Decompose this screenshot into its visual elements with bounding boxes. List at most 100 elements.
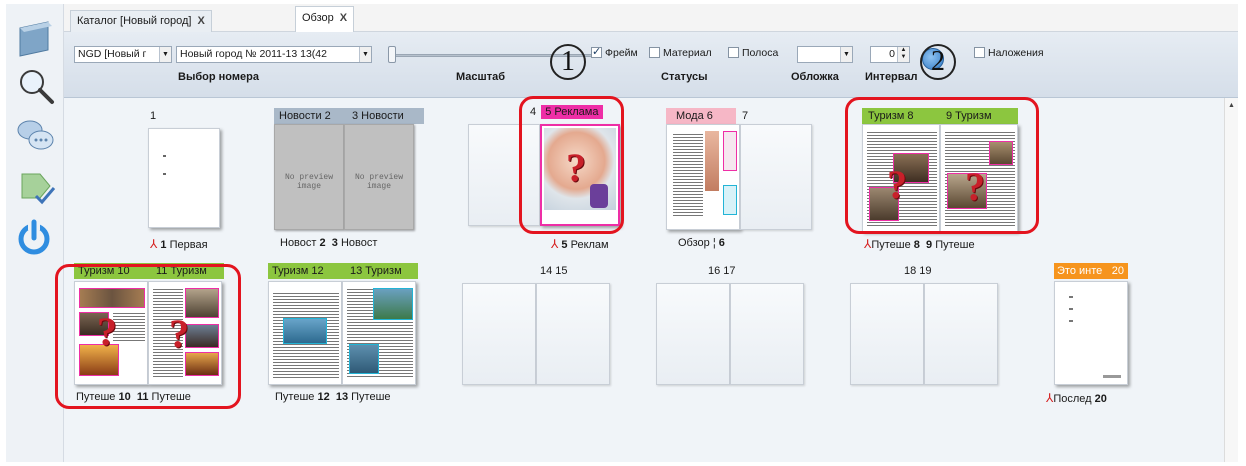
pdf-icon[interactable]: ⅄ — [551, 237, 558, 251]
vertical-scrollbar[interactable]: ▲ — [1224, 98, 1238, 462]
page-number: 2 — [319, 237, 326, 249]
chat-icon[interactable] — [14, 116, 58, 156]
spread-2-3[interactable]: Новости 2 3 Новости No preview image No … — [274, 108, 424, 258]
status-select[interactable]: ▼ — [797, 46, 853, 63]
issue-select[interactable]: Новый город № 2011-13 13(42 ▼ — [176, 46, 372, 63]
tab-strip: Каталог [Новый город] X Обзор X — [64, 4, 1238, 33]
page-number: 13 — [335, 391, 349, 403]
page-thumbnail[interactable] — [656, 283, 730, 385]
page-footer-8-9: ⅄Путеше 8 9 Путеше — [864, 237, 975, 251]
page-thumbnail[interactable]: No preview image — [274, 124, 344, 230]
page-number: 1 — [160, 239, 167, 251]
section-label: Новости 2 — [279, 110, 331, 122]
page-name: Путеше — [76, 391, 116, 403]
spread-header: 16 17 — [708, 265, 736, 277]
material-checkbox[interactable]: Материал — [649, 47, 712, 59]
tab-catalog-label: Каталог [Новый город] — [77, 15, 192, 27]
scale-slider-thumb[interactable] — [388, 46, 396, 63]
spread-header: Туризм 12 13 Туризм — [268, 263, 418, 279]
scroll-up-icon[interactable]: ▲ — [1228, 102, 1235, 109]
spinner-arrows-icon[interactable]: ▲ ▼ — [897, 47, 909, 62]
tab-overview[interactable]: Обзор X — [295, 6, 355, 33]
spread-18-19[interactable]: 18 19 — [850, 263, 1002, 393]
section-label: Мода 6 — [676, 110, 713, 122]
page-thumbnail[interactable] — [342, 281, 416, 385]
tag-check-icon[interactable] — [14, 168, 58, 208]
chevron-down-icon[interactable]: ▼ — [359, 47, 371, 62]
page-number: 20 — [1094, 393, 1107, 405]
tab-catalog[interactable]: Каталог [Новый город] X — [70, 10, 212, 32]
page-thumbnail[interactable] — [924, 283, 998, 385]
page-thumbnail[interactable] — [536, 283, 610, 385]
spread-1[interactable]: 1 — [146, 108, 226, 258]
section-label: 3 Новости — [352, 110, 404, 122]
page-thumbnail[interactable] — [1054, 281, 1128, 385]
callout-1: 1 — [550, 44, 586, 80]
page-number: 3 — [331, 237, 338, 249]
checkbox-box[interactable] — [649, 47, 660, 58]
frame-checkbox-label: Фрейм — [605, 47, 638, 59]
pdf-icon[interactable]: ⅄ — [150, 237, 157, 251]
page-name: Первая — [169, 239, 208, 251]
spread-12-13[interactable]: Туризм 12 13 Туризм — [268, 263, 424, 393]
page-thumbnail[interactable] — [740, 124, 812, 230]
page-name: Новост — [340, 237, 378, 249]
page-thumbnail[interactable] — [462, 283, 536, 385]
checkbox-box[interactable] — [728, 47, 739, 58]
spread-20[interactable]: Это инте 20 — [1054, 263, 1134, 393]
checkbox-box[interactable] — [974, 47, 985, 58]
overlay-checkbox[interactable]: Наложения — [974, 47, 1044, 59]
checkbox-box[interactable] — [591, 45, 602, 58]
close-icon[interactable]: X — [340, 12, 347, 24]
page-number: 20 — [1111, 265, 1124, 277]
no-preview-text: No preview image — [354, 173, 403, 191]
toolbar: NGD [Новый г ▼ Новый город № 2011-13 13(4… — [64, 32, 1238, 98]
page-name: Путеше — [935, 239, 975, 251]
page-name: Путеше — [151, 391, 191, 403]
spread-header: 1 — [150, 110, 157, 122]
interval-spinner[interactable]: 0 ▲ ▼ — [870, 46, 910, 63]
chevron-down-icon[interactable]: ▼ — [159, 47, 171, 62]
page-number: 7 — [742, 110, 749, 122]
page-footer-10-11: Путеше 10 11 Путеше — [76, 391, 191, 403]
page-thumbnail[interactable] — [148, 128, 220, 228]
edition-select-value: NGD [Новый г — [78, 48, 147, 60]
page-footer-20: ⅄Послед 20 — [1046, 391, 1107, 405]
chevron-down-icon[interactable]: ▼ — [840, 47, 852, 62]
section-label: 13 Туризм — [350, 265, 402, 277]
interval-label: Интервал — [865, 71, 918, 83]
page-name: Новост — [280, 237, 317, 249]
spread-14-15[interactable]: 14 15 — [462, 263, 614, 393]
search-icon[interactable] — [14, 66, 58, 106]
page-number: 10 — [118, 391, 131, 403]
edition-select[interactable]: NGD [Новый г ▼ — [74, 46, 172, 63]
cover-label: Обложка — [791, 71, 839, 83]
page-thumbnail[interactable] — [268, 281, 342, 385]
spread-header: 14 15 — [540, 265, 568, 277]
page-footer-6: Обзор ¦ 6 — [678, 237, 725, 249]
power-icon[interactable] — [14, 218, 58, 258]
spread-header: Мода 6 — [666, 108, 736, 124]
spread-16-17[interactable]: 16 17 — [656, 263, 808, 393]
page-name: Путеше — [351, 391, 391, 403]
page-thumbnail[interactable] — [730, 283, 804, 385]
statuses-label: Статусы — [661, 71, 708, 83]
page-footer-2-3: Новост 2 3 Новост — [280, 237, 377, 249]
page-name: Путеше — [275, 391, 315, 403]
scale-label: Масштаб — [456, 71, 506, 83]
highlight-box — [845, 97, 1039, 234]
issue-select-value: Новый город № 2011-13 13(42 — [180, 48, 327, 60]
frame-checkbox[interactable]: Фрейм — [591, 45, 638, 59]
section-label: Туризм 12 — [272, 265, 324, 277]
close-icon[interactable]: X — [197, 15, 204, 27]
callout-2: 2 — [920, 44, 956, 80]
page-thumbnail[interactable] — [850, 283, 924, 385]
highlight-box — [519, 96, 624, 234]
page-number: 6 — [718, 237, 725, 249]
spread-6-7[interactable]: Мода 6 7 — [666, 108, 816, 258]
page-thumbnail[interactable] — [666, 124, 740, 230]
interval-value: 0 — [889, 48, 895, 60]
catalog-icon[interactable] — [14, 18, 58, 58]
stripe-checkbox[interactable]: Полоса — [728, 47, 778, 59]
page-thumbnail[interactable]: No preview image — [344, 124, 414, 230]
